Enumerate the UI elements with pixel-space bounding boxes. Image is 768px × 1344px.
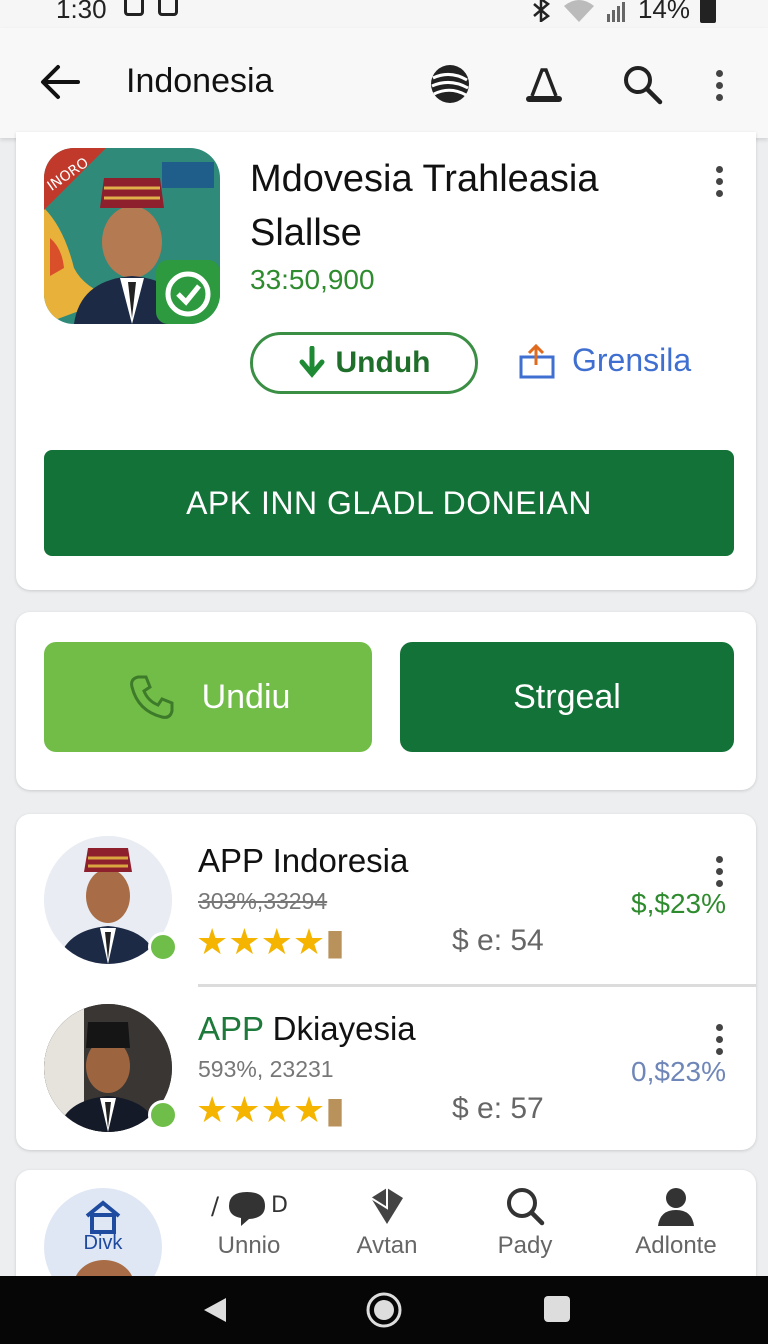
nav-label-home: Divk [83,1232,123,1254]
app-more-icon[interactable] [716,166,726,202]
page-title: Indonesia [126,62,274,100]
system-nav-bar [0,1276,768,1344]
share-icon [519,343,555,378]
star-rating: ★ ★ ★ ★ ▮ [196,924,345,960]
list-divider [198,984,756,987]
nav-item-home[interactable]: Divk [44,1188,162,1280]
globe-icon[interactable] [428,62,472,106]
svg-text:D: D [271,1193,288,1218]
primary-action-button[interactable]: Undiu [44,642,372,752]
notification-icon [124,0,144,16]
system-home-icon[interactable] [364,1290,404,1330]
app-icon: INORO [44,148,220,324]
app-bar: Indonesia [0,28,768,138]
nav-label-chat: Unnio [217,1232,281,1259]
star-icon: ★ [292,921,326,962]
list-item-price: 0,$23% [631,1056,726,1087]
list-item[interactable]: APP Dkiayesia 593%, 23231 ★ ★ ★ ★ ▮ $ e: 57 … [16,1002,756,1162]
list-item-price: $,$23% [631,888,726,919]
list-item-more-icon[interactable] [716,856,726,892]
notification-bell-icon[interactable] [522,62,566,106]
battery-text: 14% [637,0,690,24]
overflow-menu-icon[interactable] [716,70,726,106]
action-card: Undiu Strgeal [16,612,756,790]
star-icon: ★ [196,921,229,962]
download-arrow-icon [299,346,325,378]
verified-badge-icon [148,1100,178,1130]
nav-label-profile: Adlonte [635,1232,717,1259]
list-item-meta: $ e: 54 [452,924,544,957]
svg-text:/: / [211,1192,220,1220]
secondary-action-button[interactable]: Strgeal [400,642,734,752]
share-label: Grensila [572,342,692,378]
share-link[interactable]: Grensila [518,342,691,379]
home-icon [85,1200,121,1234]
chart-icon [158,0,178,16]
star-icon: ★ [196,1089,229,1130]
search-icon[interactable] [620,62,664,106]
system-back-icon[interactable] [202,1296,228,1324]
wifi-icon [563,0,594,22]
nav-label-search: Pady [497,1232,553,1259]
list-item-title: APP Dkiayesia [198,1010,416,1047]
nav-label-cube: Avtan [356,1232,418,1259]
app-list-card: APP Indoresia 303%,33294 ★ ★ ★ ★ ▮ $ e: 54 $… [16,814,756,1150]
star-icon: ★ [292,1089,326,1130]
bottom-nav: Divk / D Unnio Avtan Pady Adlonte [16,1170,756,1280]
nav-item-chat[interactable]: / D Unnio [194,1186,304,1260]
verified-badge-icon [148,932,178,962]
list-item[interactable]: APP Indoresia 303%,33294 ★ ★ ★ ★ ▮ $ e: 54 $… [16,834,756,994]
signal-icon [606,1,625,22]
app-name: Mdovesia Trahleasia Slallse [250,158,599,254]
nav-item-cube[interactable]: Avtan [332,1186,442,1260]
nav-item-profile[interactable]: Adlonte [616,1186,736,1260]
list-item-more-icon[interactable] [716,1024,726,1060]
star-icon: ★ [228,1089,261,1130]
status-bar: 1:30 14% [0,0,768,28]
bluetooth-icon [533,0,550,22]
cube-icon [370,1188,403,1224]
status-time: 1:30 [56,0,107,24]
star-icon: ★ [228,921,261,962]
list-item-subtitle: 593%, 23231 [198,1056,334,1082]
download-count: 33:50,900 [250,264,375,295]
person-icon [658,1188,694,1226]
star-rating: ★ ★ ★ ★ ▮ [196,1092,345,1128]
star-icon: ★ [260,921,293,962]
chat-icon: / D [211,1192,288,1226]
search-icon [507,1188,545,1226]
download-label: Unduh [335,346,431,379]
back-arrow-icon[interactable] [38,62,82,102]
download-button[interactable]: Unduh [250,332,478,394]
list-item-subtitle: 303%,33294 [198,888,328,914]
star-icon: ★ [260,1089,293,1130]
system-recents-icon[interactable] [542,1294,572,1324]
flag-icon: ▮ [325,921,345,962]
flag-icon: ▮ [325,1089,345,1130]
list-item-meta: $ e: 57 [452,1092,544,1125]
battery-icon [700,0,716,23]
primary-action-label: Undiu [201,677,291,716]
nav-item-search[interactable]: Pady [470,1186,580,1260]
list-item-title: APP Indoresia [198,842,409,879]
app-detail-card: INORO Mdovesia Trahleasia Slallse 33:50,… [16,132,756,590]
phone-icon [129,675,174,719]
apk-download-button[interactable]: APK INN GLADL DONEIAN [44,450,734,556]
